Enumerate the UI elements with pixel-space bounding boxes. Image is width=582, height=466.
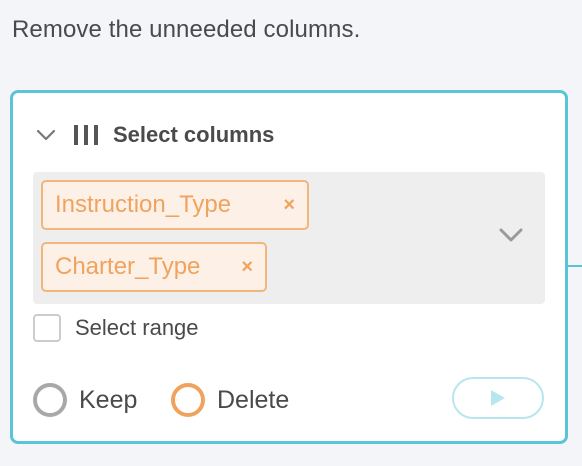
- chevron-down-icon: [499, 228, 523, 242]
- keep-option[interactable]: Keep: [33, 382, 137, 418]
- instruction-text: Remove the unneeded columns.: [12, 16, 361, 43]
- block-connector: [566, 265, 582, 267]
- chevron-down-icon: [36, 129, 56, 141]
- delete-option[interactable]: Delete: [171, 382, 289, 418]
- select-range-label: Select range: [75, 315, 199, 340]
- tag-label: Instruction_Type: [55, 191, 232, 218]
- delete-radio[interactable]: [171, 383, 205, 417]
- selected-column-tag: Instruction_Type ×: [41, 180, 309, 230]
- selected-column-tag: Charter_Type ×: [41, 242, 267, 292]
- keep-label: Keep: [79, 385, 138, 414]
- column-select[interactable]: Instruction_Type × Charter_Type ×: [33, 172, 545, 304]
- block-title: Select columns: [113, 122, 275, 147]
- run-button[interactable]: [452, 377, 544, 419]
- play-icon: [491, 390, 505, 406]
- select-columns-block: Select columns Instruction_Type × Charte…: [10, 90, 568, 444]
- keep-radio[interactable]: [33, 383, 67, 417]
- select-range-option[interactable]: Select range: [33, 312, 199, 344]
- delete-label: Delete: [217, 385, 290, 414]
- tag-label: Charter_Type: [55, 253, 201, 280]
- select-range-checkbox[interactable]: [33, 314, 61, 342]
- remove-tag-icon[interactable]: ×: [241, 257, 253, 277]
- dropdown-toggle[interactable]: [499, 228, 523, 247]
- collapse-toggle[interactable]: [35, 124, 57, 146]
- columns-icon: [73, 124, 99, 146]
- block-header: Select columns: [35, 119, 274, 151]
- remove-tag-icon[interactable]: ×: [283, 195, 295, 215]
